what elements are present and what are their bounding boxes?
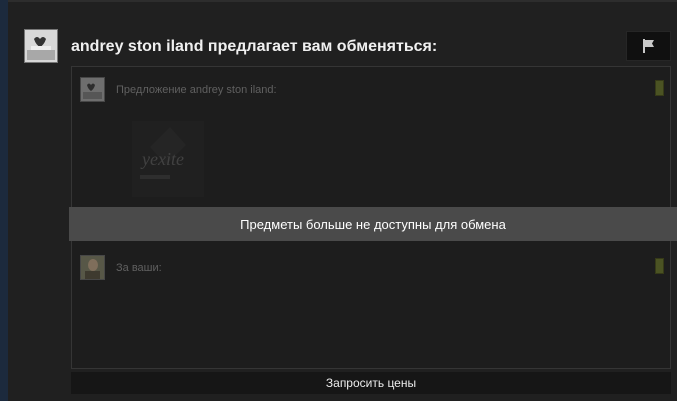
partner-small-avatar-image	[81, 78, 104, 101]
flag-icon	[642, 39, 654, 53]
item-image: yexite	[132, 121, 204, 197]
your-items-label: За ваши:	[116, 262, 162, 274]
trade-offer-headline: andrey ston iland предлагает вам обменят…	[71, 38, 438, 55]
report-flag-button[interactable]	[626, 31, 671, 61]
partner-offer-section: Предложение andrey ston iland: yexite	[80, 75, 664, 201]
your-avatar[interactable]	[80, 255, 105, 280]
trade-offer-panel: andrey ston iland предлагает вам обменят…	[0, 0, 677, 401]
your-ready-indicator	[655, 258, 664, 274]
items-unavailable-banner: Предметы больше не доступны для обмена	[69, 207, 677, 241]
offered-item[interactable]: yexite	[132, 121, 204, 197]
partner-ready-indicator	[655, 80, 664, 96]
partner-offer-label: Предложение andrey ston iland:	[116, 84, 277, 96]
partner-avatar-image	[25, 30, 57, 62]
your-avatar-image	[81, 256, 104, 279]
partner-offer-avatar[interactable]	[80, 77, 105, 102]
item-watermark: yexite	[140, 149, 184, 169]
top-divider	[8, 0, 677, 2]
request-prices-button[interactable]: Запросить цены	[71, 372, 671, 394]
your-items-section: За ваши:	[80, 253, 664, 359]
partner-avatar[interactable]	[24, 29, 58, 63]
side-strip	[0, 0, 8, 401]
